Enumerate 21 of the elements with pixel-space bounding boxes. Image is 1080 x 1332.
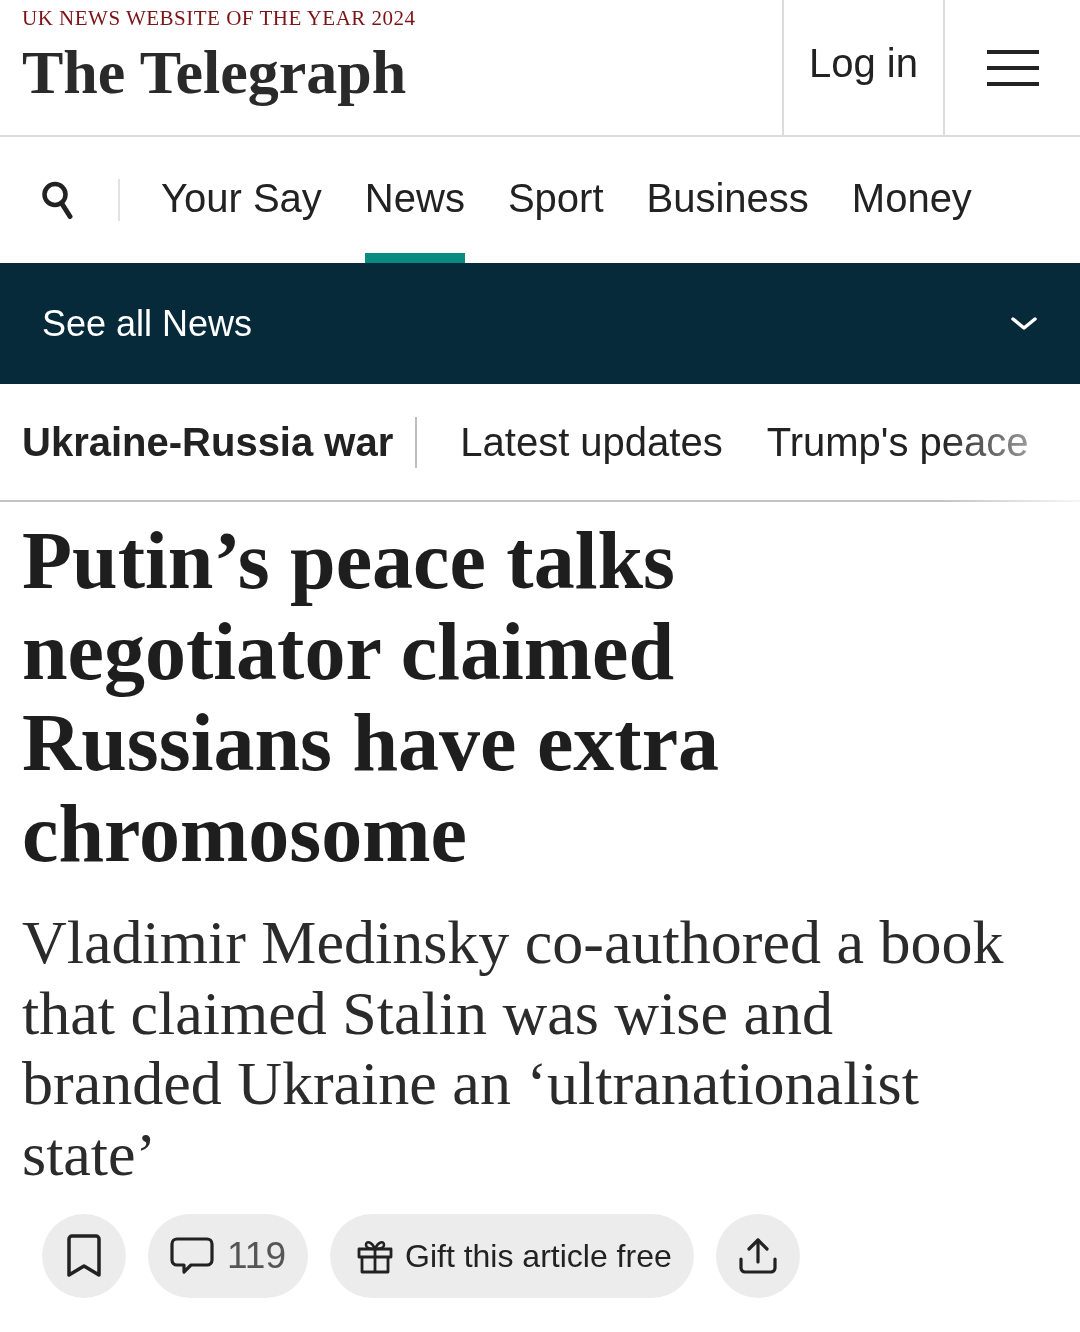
gift-article-button[interactable]: Gift this article free [330,1214,694,1298]
nav-tab[interactable]: Sport [507,137,604,263]
nav-tab[interactable]: Money [851,137,972,263]
menu-icon[interactable] [986,49,1039,86]
topic-link[interactable]: Latest updates [460,419,723,465]
comments-button[interactable]: 119 [148,1214,308,1298]
topic-link[interactable]: Trump's peace [766,419,1029,465]
article-headline: Putin’s peace talks negotiator claimed Russians have extra chromosome [22,515,721,879]
gift-icon [357,1238,393,1274]
share-icon [737,1237,778,1275]
search-icon[interactable] [42,181,73,219]
article-standfirst: Vladimir Medinsky co-authored a book that claimed Stalin was wise and branded Ukraine an ‘ultranationalist state’ [22,907,1005,1189]
nav-tab[interactable]: Your Say [161,137,322,263]
site-logo[interactable]: The Telegraph [22,36,407,108]
topic-title[interactable]: Ukraine-Russia war [22,419,394,465]
login-link[interactable]: Log in [809,41,918,86]
see-all-dropdown[interactable]: See all News [0,263,1080,384]
bookmark-icon [66,1234,102,1278]
nav-tab[interactable]: Business [646,137,809,263]
award-tagline: UK NEWS WEBSITE OF THE YEAR 2024 [22,6,416,30]
comment-icon [170,1237,214,1275]
